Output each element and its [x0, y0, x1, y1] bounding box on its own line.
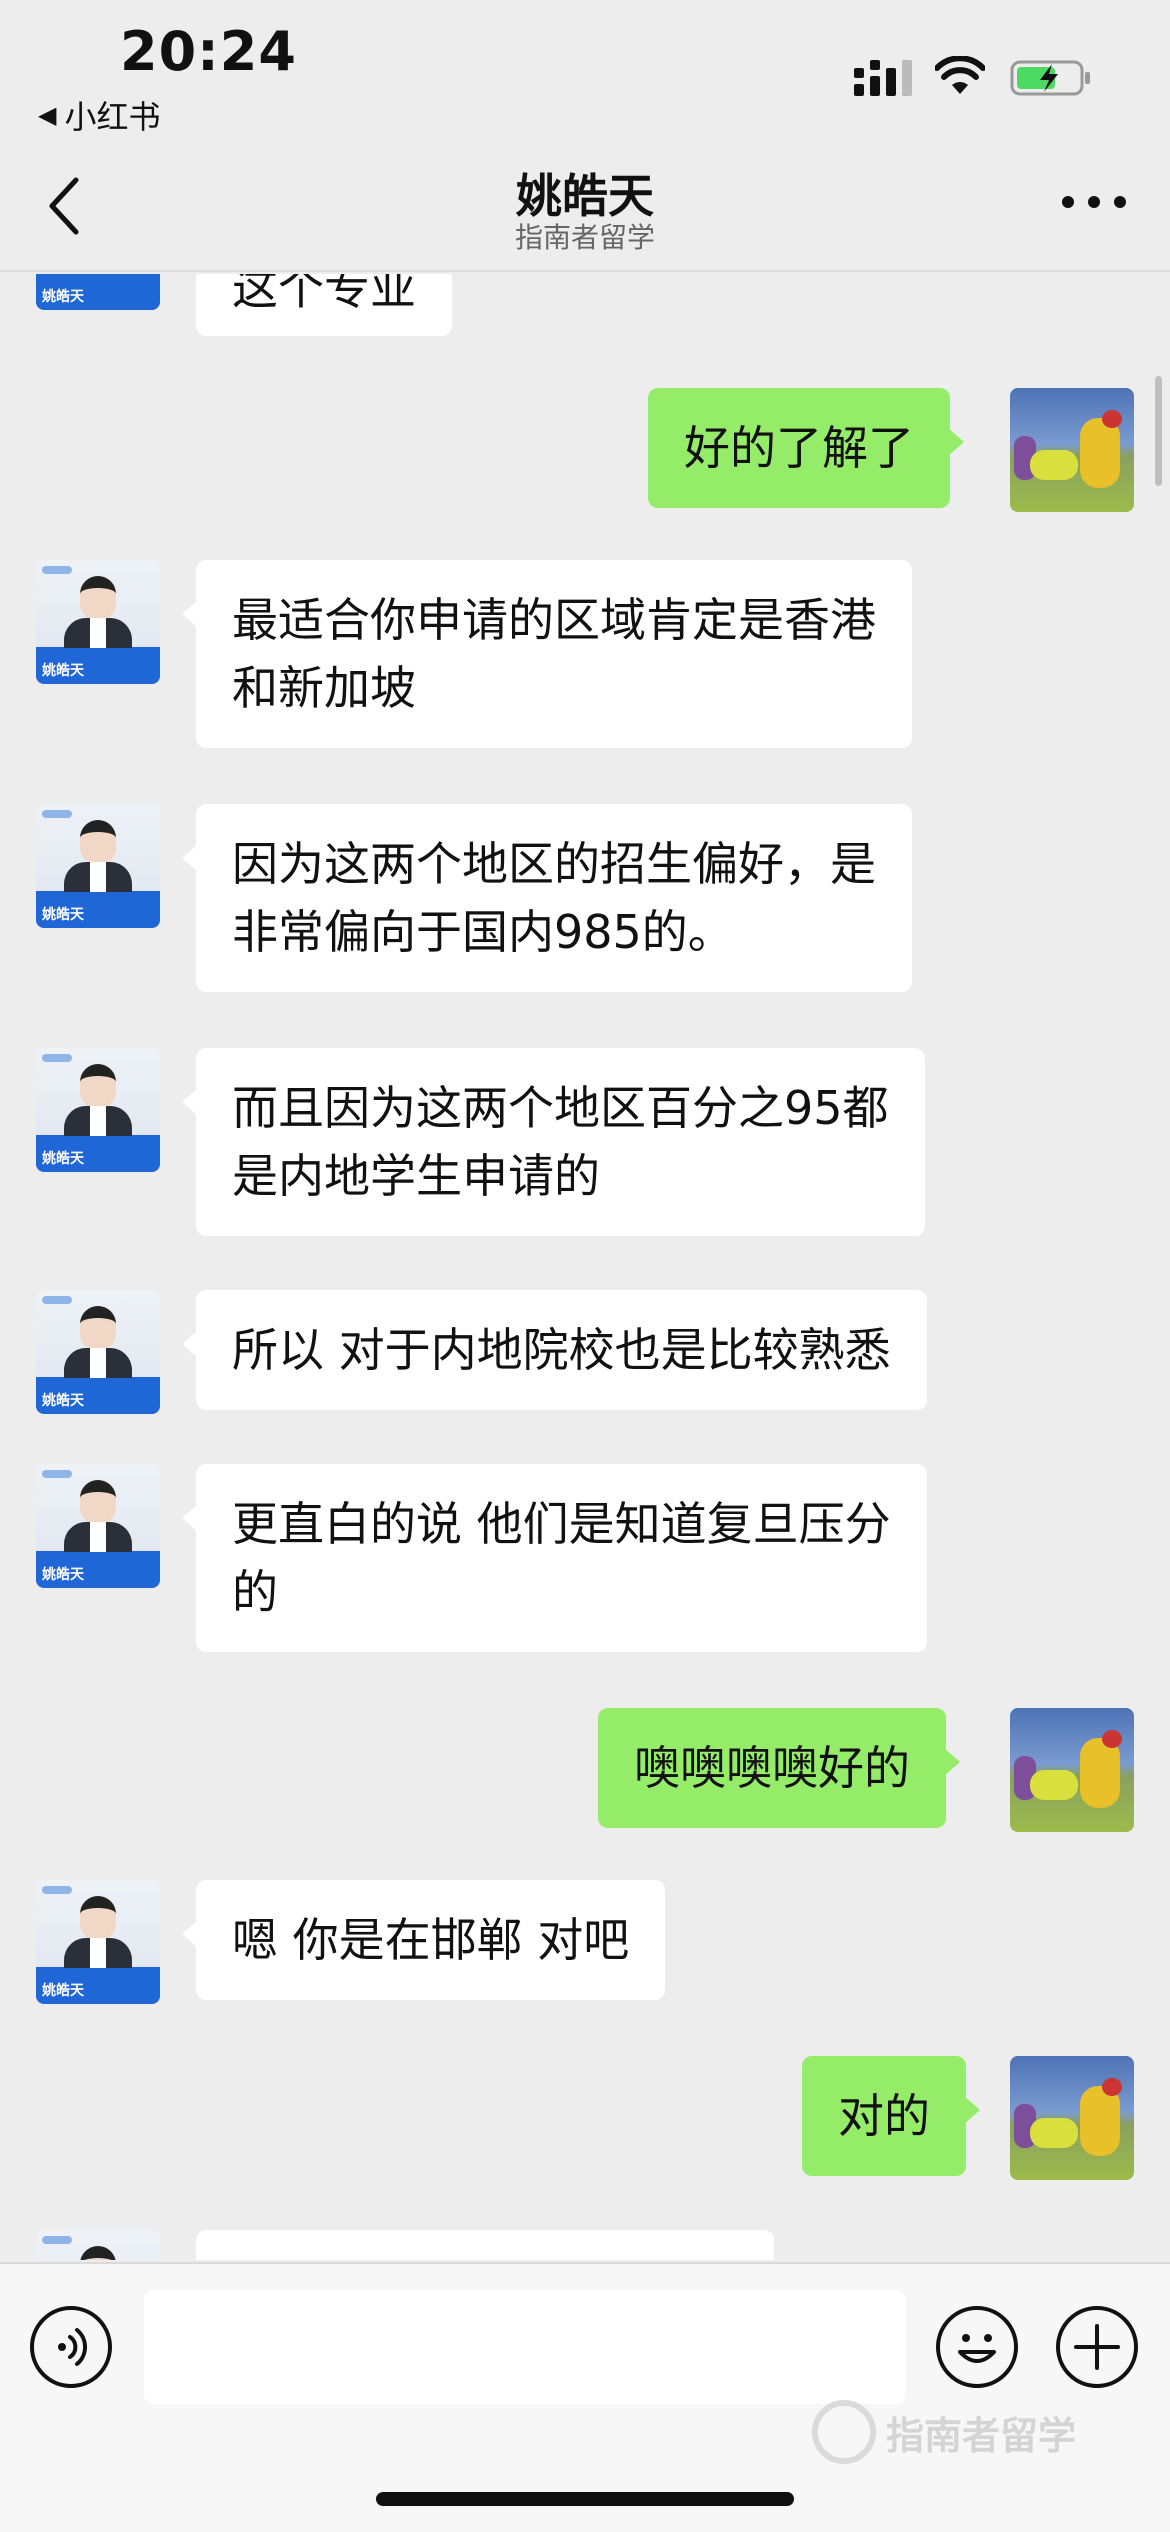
my-avatar[interactable]	[1010, 2056, 1134, 2180]
wifi-icon	[935, 56, 985, 94]
chat-header: 姚皓天 指南者留学	[0, 150, 1170, 272]
agent-avatar[interactable]: 姚皓天	[36, 1464, 160, 1588]
contact-company: 指南者留学	[514, 221, 655, 254]
avatar-name-tag: 姚皓天	[42, 289, 84, 305]
input-bar: 指南者留学	[0, 2262, 1170, 2532]
status-bar: 20:24 ◀ 小红书	[0, 0, 1170, 150]
message-list[interactable]: 姚皓天 这个专业 好的了解了 姚皓天 最适合你申请的区域肯定是香港 和新加坡 姚…	[0, 274, 1170, 2260]
message-bubble-outgoing[interactable]: 噢噢噢噢好的	[598, 1708, 960, 1828]
voice-input-button[interactable]	[30, 2306, 112, 2388]
message-bubble-incoming[interactable]: 所以 对于内地院校也是比较熟悉	[182, 1290, 927, 1410]
more-functions-button[interactable]	[1056, 2306, 1138, 2388]
my-avatar[interactable]	[1010, 388, 1134, 512]
back-triangle-icon: ◀	[38, 101, 57, 129]
agent-avatar[interactable]: 姚皓天	[36, 560, 160, 684]
back-to-app-link[interactable]: ◀ 小红书	[38, 92, 160, 138]
message-bubble-incoming[interactable]: 因为这两个地区的招生偏好，是 非常偏向于国内985的。	[182, 804, 912, 992]
more-dot-icon	[1088, 196, 1100, 208]
more-options-button[interactable]	[1062, 190, 1126, 214]
watermark: 指南者留学	[812, 2400, 1076, 2464]
message-bubble-incoming[interactable]: 最适合你申请的区域肯定是香港 和新加坡	[182, 560, 912, 748]
cellular-signal-icon	[854, 60, 912, 96]
smiley-icon	[958, 2334, 996, 2363]
back-app-label: 小红书	[64, 98, 161, 136]
more-dot-icon	[1062, 196, 1074, 208]
battery-charging-icon	[1010, 60, 1090, 96]
plus-icon	[1074, 2324, 1120, 2370]
agent-avatar[interactable]: 姚皓天	[36, 1880, 160, 2004]
message-bubble-incoming[interactable]	[196, 2230, 774, 2260]
my-avatar[interactable]	[1010, 1708, 1134, 1832]
voice-icon	[58, 2328, 88, 2366]
status-time: 20:24	[120, 20, 297, 83]
agent-avatar[interactable]: 姚皓天	[36, 804, 160, 928]
agent-avatar[interactable]	[36, 2230, 160, 2260]
watermark-logo-icon	[812, 2400, 876, 2464]
message-bubble-incoming[interactable]: 嗯 你是在邯郸 对吧	[181, 1880, 666, 2000]
scrollbar[interactable]	[1155, 376, 1162, 486]
agent-avatar[interactable]: 姚皓天	[36, 1290, 160, 1414]
agent-avatar[interactable]: 姚皓天	[36, 274, 160, 310]
watermark-text: 指南者留学	[886, 2413, 1077, 2458]
more-dot-icon	[1114, 196, 1126, 208]
message-bubble-incoming[interactable]: 而且因为这两个地区百分之95都 是内地学生申请的	[182, 1048, 925, 1236]
message-bubble-incoming[interactable]: 更直白的说 他们是知道复旦压分 的	[182, 1464, 927, 1652]
message-bubble-incoming[interactable]: 这个专业	[196, 274, 452, 336]
agent-avatar[interactable]: 姚皓天	[36, 1048, 160, 1172]
message-bubble-outgoing[interactable]: 对的	[802, 2056, 980, 2176]
emoji-button[interactable]	[936, 2306, 1018, 2388]
message-bubble-outgoing[interactable]: 好的了解了	[648, 388, 964, 508]
home-indicator[interactable]	[376, 2492, 794, 2506]
message-input[interactable]	[144, 2290, 906, 2404]
